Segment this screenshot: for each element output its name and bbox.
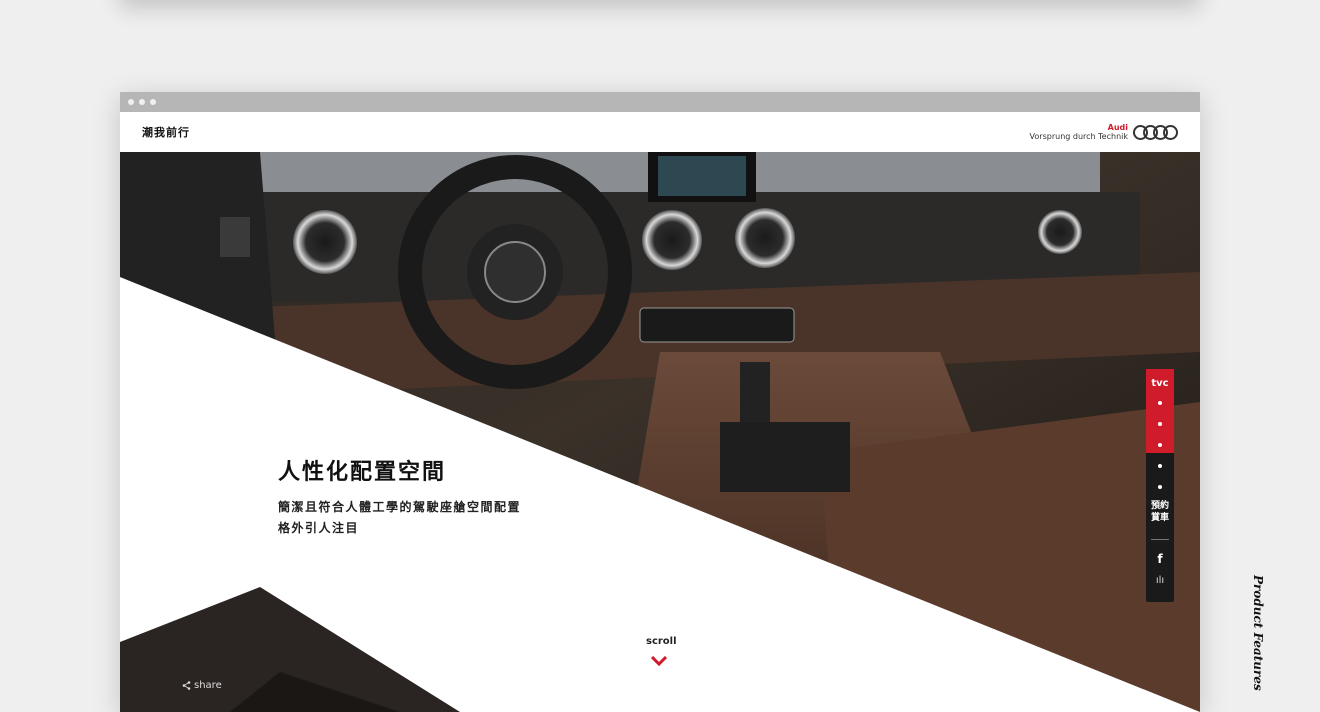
stats-icon[interactable]: ılı: [1146, 575, 1174, 586]
window-dot-close[interactable]: [128, 99, 134, 105]
browser-chrome: [120, 92, 1200, 112]
brand-text: Audi Vorsprung durch Technik: [1030, 123, 1128, 141]
tvc-link[interactable]: tvc: [1146, 378, 1174, 389]
share-label: share: [194, 680, 222, 691]
hero-headline: 人性化配置空間: [278, 460, 447, 485]
share-button[interactable]: share: [182, 680, 222, 691]
nav-dot[interactable]: [1158, 464, 1162, 468]
sidebar-divider: [1151, 539, 1169, 540]
audi-rings-logo: [1133, 124, 1178, 140]
scroll-label[interactable]: scroll: [646, 636, 677, 647]
product-features-caption: Product Features: [1251, 575, 1265, 691]
facebook-icon[interactable]: f: [1146, 552, 1174, 566]
site-header: 潮我前行 Audi Vorsprung durch Technik: [120, 112, 1200, 152]
brand-slogan: Vorsprung durch Technik: [1029, 132, 1128, 141]
book-label-line: 賞車: [1150, 513, 1169, 523]
nav-dot[interactable]: [1158, 485, 1162, 489]
brand-logo[interactable]: Audi Vorsprung durch Technik: [1030, 123, 1178, 141]
nav-dot-active[interactable]: [1158, 443, 1162, 447]
side-navigation: tvc 預約 賞車 f ılı: [1146, 369, 1174, 602]
window-dot-maximize[interactable]: [150, 99, 156, 105]
site-title[interactable]: 潮我前行: [142, 124, 190, 140]
hero-description-line: 格外引人注目: [278, 521, 360, 535]
book-label-line: 預約: [1150, 501, 1169, 511]
chevron-down-icon[interactable]: [651, 656, 667, 666]
hero-description-line: 簡潔且符合人體工學的駕駛座艙空間配置: [278, 500, 522, 514]
white-diagonal-panel: [120, 277, 1200, 712]
brand-name: Audi: [1107, 123, 1128, 132]
browser-window: 潮我前行 Audi Vorsprung durch Technik 人性化配置空…: [120, 92, 1200, 712]
window-dot-minimize[interactable]: [139, 99, 145, 105]
share-icon: [182, 681, 191, 690]
book-test-drive-link[interactable]: 預約 賞車: [1146, 500, 1174, 524]
nav-dot[interactable]: [1158, 422, 1162, 426]
nav-dot[interactable]: [1158, 401, 1162, 405]
hero-section: 人性化配置空間 簡潔且符合人體工學的駕駛座艙空間配置 格外引人注目 scroll…: [120, 152, 1200, 712]
hero-description: 簡潔且符合人體工學的駕駛座艙空間配置 格外引人注目: [278, 497, 521, 539]
